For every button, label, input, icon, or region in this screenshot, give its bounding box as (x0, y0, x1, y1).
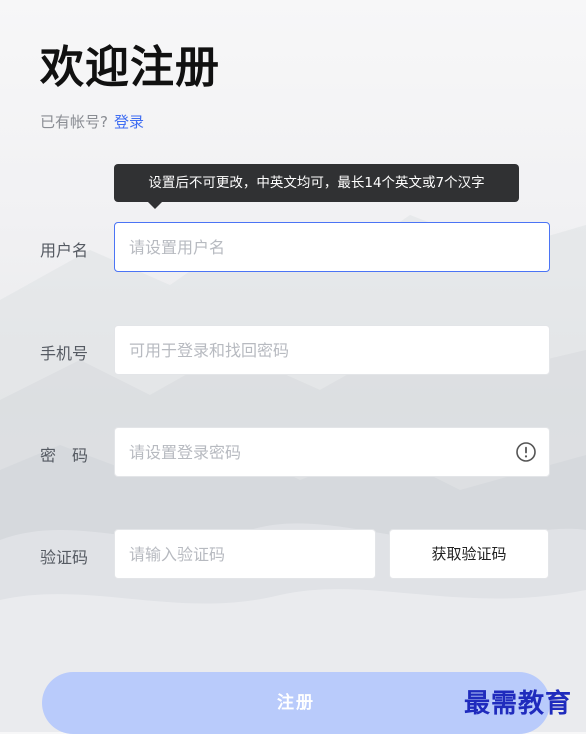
page-title: 欢迎注册 (40, 42, 220, 93)
code-label: 验证码 (40, 548, 89, 567)
password-info-icon[interactable] (515, 441, 537, 463)
have-account-line: 已有帐号? 登录 (40, 111, 144, 132)
username-input[interactable] (114, 222, 550, 272)
watermark: 最需教育 (464, 689, 573, 719)
tooltip-arrow (148, 202, 162, 209)
have-account-text: 已有帐号? (40, 113, 108, 131)
username-tooltip: 设置后不可更改，中英文均可，最长14个英文或7个汉字 (114, 164, 519, 202)
password-label: 密 码 (40, 446, 89, 465)
login-link[interactable]: 登录 (114, 113, 144, 131)
code-input[interactable] (114, 529, 376, 579)
phone-label: 手机号 (40, 344, 89, 363)
get-code-button[interactable]: 获取验证码 (389, 529, 549, 579)
phone-input[interactable] (114, 325, 550, 375)
username-label: 用户名 (40, 241, 89, 260)
password-input[interactable] (114, 427, 550, 477)
